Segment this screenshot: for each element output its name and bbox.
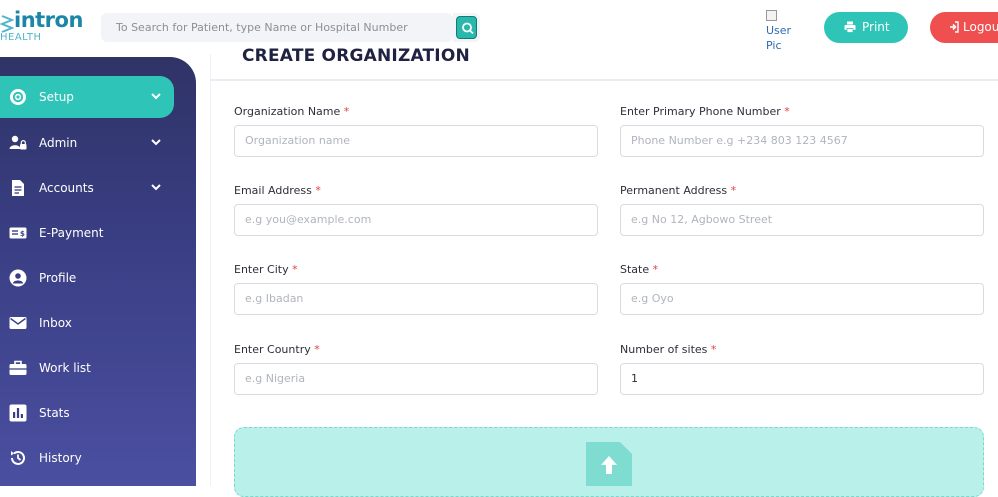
sidebar-item-label: Setup <box>39 90 74 104</box>
required-mark: * <box>730 184 737 197</box>
sidebar-item-profile[interactable]: Profile <box>0 257 174 299</box>
sidebar-item-label: Inbox <box>39 316 72 330</box>
money-bill-icon: $ <box>9 227 27 239</box>
sidebar-item-history[interactable]: History <box>0 437 174 479</box>
sidebar-item-label: Admin <box>39 136 78 150</box>
content-divider <box>210 54 211 486</box>
required-mark: * <box>784 105 790 118</box>
logout-label: Logout <box>963 20 998 34</box>
avatar-alt-text-line2: Pic <box>766 39 782 52</box>
email-address-label: Email Address * <box>234 184 321 197</box>
city-label: Enter City * <box>234 263 298 276</box>
sign-out-icon <box>950 21 959 33</box>
primary-phone-input[interactable]: Phone Number e.g +234 803 123 4567 <box>620 125 984 157</box>
email-address-input[interactable]: e.g you@example.com <box>234 204 598 236</box>
permanent-address-input[interactable]: e.g No 12, Agbowo Street <box>620 204 984 236</box>
users-lock-icon <box>9 135 27 150</box>
required-mark: * <box>343 105 350 118</box>
intron-logo[interactable]: intron HEALTH <box>0 6 90 46</box>
user-circle-icon <box>9 269 27 287</box>
logout-button[interactable]: Logout <box>930 12 998 43</box>
user-avatar[interactable]: User Pic <box>766 10 806 60</box>
logo-subtext: HEALTH <box>0 32 42 43</box>
briefcase-icon <box>9 360 27 375</box>
file-upload-icon <box>586 442 632 486</box>
print-label: Print <box>862 20 890 34</box>
sidebar-item-label: Stats <box>39 406 70 420</box>
required-mark: * <box>292 263 298 276</box>
required-mark: * <box>315 184 321 197</box>
envelope-icon <box>9 317 27 329</box>
document-icon <box>12 180 24 196</box>
sidebar-item-accounts[interactable]: Accounts <box>0 167 174 209</box>
sidebar-item-e-payment[interactable]: $ E-Payment <box>0 212 174 254</box>
sidebar-item-label: History <box>39 451 82 465</box>
top-bar: intron HEALTH To Search for Patient, typ… <box>0 0 998 54</box>
sidebar-item-setup[interactable]: Setup <box>0 76 174 118</box>
permanent-address-label: Permanent Address * <box>620 184 737 197</box>
sidebar-item-label: Accounts <box>39 181 94 195</box>
country-input[interactable]: e.g Nigeria <box>234 363 598 395</box>
required-mark: * <box>710 343 717 356</box>
sidebar-item-inbox[interactable]: Inbox <box>0 302 174 344</box>
primary-phone-label: Enter Primary Phone Number * <box>620 105 790 118</box>
required-mark: * <box>652 263 659 276</box>
sidebar: Setup Admin Accounts $ E-Payment Profile… <box>0 57 196 486</box>
svg-text:$: $ <box>20 230 25 238</box>
patient-search-input[interactable]: To Search for Patient, type Name or Hosp… <box>101 13 453 42</box>
city-input[interactable]: e.g Ibadan <box>234 283 598 315</box>
page-title: CREATE ORGANIZATION <box>242 46 470 66</box>
number-of-sites-label: Number of sites * <box>620 343 717 356</box>
country-label: Enter Country * <box>234 343 320 356</box>
history-icon <box>11 450 25 465</box>
sidebar-item-work-list[interactable]: Work list <box>0 347 174 389</box>
broken-image-icon <box>766 10 777 21</box>
logo-text: intron <box>14 8 83 32</box>
state-input[interactable]: e.g Oyo <box>620 283 984 315</box>
state-label: State * <box>620 263 659 276</box>
title-divider <box>210 79 998 81</box>
organization-name-input[interactable]: Organization name <box>234 125 598 157</box>
number-of-sites-input[interactable]: 1 <box>620 363 984 395</box>
required-mark: * <box>314 343 320 356</box>
print-button[interactable]: Print <box>824 12 908 43</box>
sidebar-item-stats[interactable]: Stats <box>0 392 174 434</box>
printer-icon <box>844 21 856 33</box>
avatar-alt-text-line1: User <box>766 24 792 37</box>
sidebar-item-label: E-Payment <box>39 226 104 240</box>
file-upload-dropzone[interactable] <box>234 427 984 497</box>
chevron-down-icon <box>151 184 161 191</box>
chevron-down-icon <box>151 93 161 100</box>
sidebar-item-label: Work list <box>39 361 91 375</box>
organization-name-label: Organization Name * <box>234 105 350 118</box>
search-icon <box>456 16 477 39</box>
sidebar-item-label: Profile <box>39 271 77 285</box>
search-button[interactable] <box>453 13 480 42</box>
chevron-down-icon <box>151 139 161 146</box>
gear-icon <box>10 89 26 105</box>
bar-chart-icon <box>9 404 27 422</box>
sidebar-item-admin[interactable]: Admin <box>0 122 174 164</box>
